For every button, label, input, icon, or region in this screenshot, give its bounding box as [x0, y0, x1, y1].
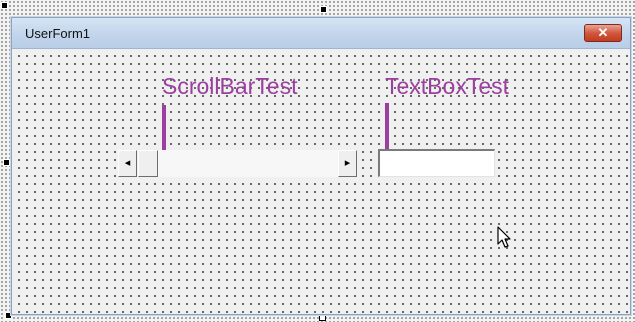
form-client-area[interactable]	[12, 49, 630, 314]
resize-handle-top-center[interactable]	[320, 6, 327, 13]
form-title: UserForm1	[25, 26, 91, 41]
resize-handle-bottom-center[interactable]	[319, 314, 326, 321]
scrollbar-thumb[interactable]	[138, 150, 158, 177]
scrollbar-annotation-label: ScrollBarTest	[162, 73, 298, 99]
designer-surface: UserForm1 ✕ ScrollBarTest TextBoxTest ◂ …	[0, 0, 635, 322]
scrollbar-control[interactable]: ◂ ▸	[118, 150, 357, 177]
arrow-right-icon: ▸	[344, 157, 351, 169]
textbox-annotation-label: TextBoxTest	[385, 73, 509, 99]
scrollbar-track[interactable]	[158, 150, 338, 177]
resize-handle-middle-left[interactable]	[3, 159, 10, 166]
scroll-right-button[interactable]: ▸	[338, 150, 357, 177]
scroll-left-button[interactable]: ◂	[118, 150, 137, 177]
close-icon: ✕	[597, 25, 609, 40]
mouse-pointer-icon	[497, 226, 511, 248]
arrow-left-icon: ◂	[124, 157, 131, 169]
form-title-bar[interactable]: UserForm1 ✕	[12, 18, 630, 49]
textbox-control[interactable]	[378, 149, 495, 177]
resize-handle-top-left[interactable]	[1, 2, 8, 9]
close-button[interactable]: ✕	[584, 24, 622, 42]
